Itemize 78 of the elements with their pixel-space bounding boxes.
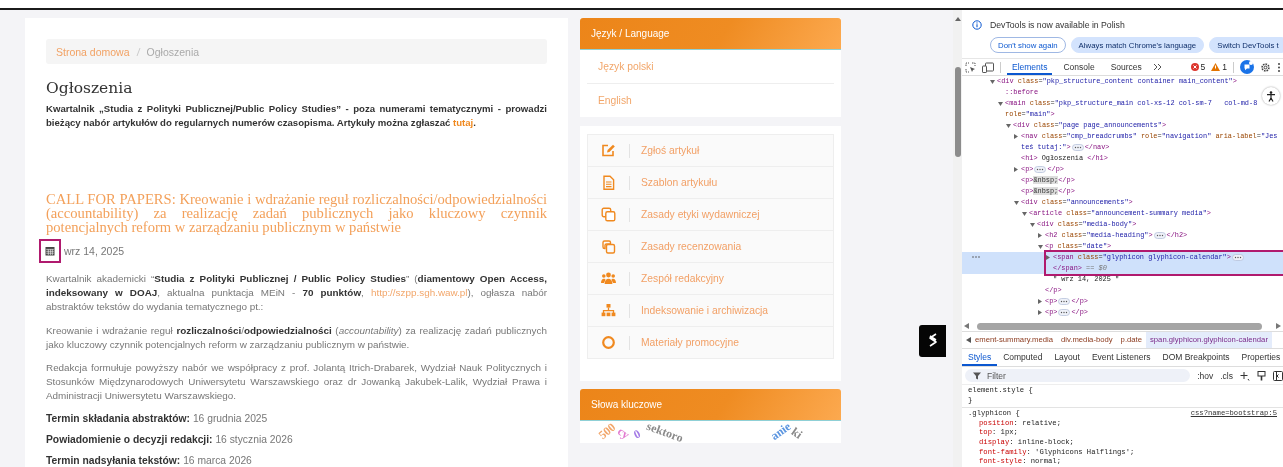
collapsed-arrow-icon[interactable] [1046, 255, 1050, 260]
more-tabs-icon[interactable] [1152, 63, 1163, 71]
styles-pane-tab[interactable]: Layout [1048, 349, 1086, 366]
collapsed-content-icon[interactable] [1058, 308, 1071, 316]
filter-toggle-button[interactable]: .cls [1220, 370, 1233, 381]
scrollbar-thumb[interactable] [977, 322, 1262, 330]
devtools-tab[interactable]: Console [1058, 59, 1100, 75]
scrollbar-thumb[interactable] [954, 67, 961, 157]
breadcrumb-current: Ogłoszenia [146, 45, 200, 58]
collapsed-arrow-icon[interactable] [1038, 299, 1042, 304]
announcement-paragraph: Redakcja formułuje powyższy nabór we współpracy z prof. Jolantą Itrich-Drabarek, Wydział Nauk Politycznych i Stosunków Międzynarodowych Uniwersytetu Warszawskiego oraz dr Jowanką Jakubek-Lalik, Wydział Prawa i Administracji Uniwersytetu Warszawskiego. [46, 361, 547, 404]
collapsed-arrow-icon[interactable] [1014, 167, 1018, 172]
expanded-arrow-icon[interactable] [998, 101, 1003, 106]
info-icon [972, 20, 982, 30]
notice-text: DevTools is now available in Polish [990, 20, 1125, 30]
error-count-button[interactable]: 5 [1190, 62, 1206, 72]
deadline-text: Termin składania abstraktów: 16 grudnia 2025 [46, 412, 269, 424]
sidebar-toggle-icon[interactable] [1273, 370, 1283, 381]
copy-icon [601, 207, 616, 222]
people-icon [601, 271, 616, 286]
collapsed-arrow-icon[interactable] [1014, 134, 1018, 139]
collapsed-content-icon[interactable] [1058, 297, 1071, 305]
accessibility-icon [1266, 90, 1276, 102]
page-heading: Ogłoszenia [46, 79, 134, 97]
hierarchy-icon [601, 303, 616, 318]
expanded-arrow-icon[interactable] [1030, 222, 1035, 227]
styles-pane-tab[interactable]: Computed [997, 349, 1049, 366]
separator-slash-icon [135, 46, 141, 57]
paint-brush-icon[interactable] [1257, 370, 1266, 381]
settings-icon[interactable] [1260, 61, 1271, 73]
expanded-arrow-icon[interactable] [1022, 211, 1027, 216]
inspect-element-icon[interactable] [965, 61, 976, 73]
collapsed-arrow-icon[interactable] [1038, 310, 1042, 315]
announcement-paragraph: Kwartalnik akademicki “Studia z Polityki Publicznej / Public Policy Studies” (diamentowy Open Access, indeksowany w DOAJ, aktualna punktacja MEiN - 70 punktów, http://szpp.sgh.waw.pl), ogłasza nabór abstraktów tekstów do wydania tematycznego pt.: [46, 272, 547, 315]
circle-icon [601, 335, 616, 350]
collapsed-content-icon[interactable] [1034, 165, 1047, 173]
document-icon [601, 175, 616, 190]
ai-assistant-icon[interactable] [1240, 60, 1254, 74]
warning-count-button[interactable]: 1 [1211, 62, 1227, 72]
styles-pane-tab[interactable]: Properties [1235, 349, 1283, 366]
styles-pane-tab[interactable]: DOM Breakpoints [1156, 349, 1236, 366]
devtools-tab[interactable]: Elements [1007, 59, 1053, 75]
duplicate-icon [601, 239, 616, 254]
scroll-back-arrow-icon[interactable] [966, 337, 971, 343]
device-toolbar-icon[interactable] [982, 61, 994, 73]
pencil-square-icon [601, 143, 616, 158]
scroll-right-arrow-icon[interactable] [1276, 323, 1281, 329]
scroll-left-arrow-icon[interactable] [964, 323, 969, 329]
filter-field[interactable]: Filter [965, 369, 1191, 382]
scroll-up-arrow-icon[interactable] [954, 17, 961, 21]
collapsed-content-icon[interactable] [1231, 253, 1244, 261]
floating-extension-button[interactable] [919, 325, 946, 357]
accessibility-button[interactable] [1262, 87, 1280, 105]
devtools-tab[interactable]: Sources [1105, 59, 1147, 75]
filter-funnel-icon [973, 371, 981, 380]
announcement-paragraph: Kreowanie i wdrażanie reguł rozliczalności/odpowiedzialności (accountability) za realizację zadań publicznych jako kluczowy czynnik potencjalnych reform w zarządzaniu publicznym w państwie. [46, 323, 547, 352]
styles-pane-tab[interactable]: Event Listeners [1085, 349, 1157, 366]
collapsed-content-icon[interactable] [1153, 231, 1166, 239]
expanded-arrow-icon[interactable] [1006, 123, 1011, 128]
add-rule-icon[interactable] [1240, 370, 1250, 381]
collapsed-arrow-icon[interactable] [1038, 233, 1042, 238]
warning-icon [1211, 63, 1221, 71]
styles-pane-tab[interactable]: Styles [962, 349, 998, 366]
expanded-arrow-icon[interactable] [1014, 200, 1019, 205]
keywords-header: Słowa kluczowe [580, 389, 841, 421]
deadline-text: Powiadomienie o decyzji redakcji: 16 stycznia 2026 [46, 433, 294, 445]
keyword-link[interactable]: sektoro [645, 419, 685, 445]
more-options-icon[interactable] [1277, 61, 1281, 73]
collapsed-content-icon[interactable] [1071, 143, 1084, 151]
error-icon [1190, 63, 1199, 71]
calendar-icon [45, 246, 55, 256]
expanded-arrow-icon[interactable] [990, 79, 995, 84]
filter-toggle-button[interactable]: :hov [1197, 370, 1214, 381]
announcement-date: wrz 14, 2025 [64, 245, 125, 257]
intro-paragraph: Kwartalnik „Studia z Polityki Publicznej/Public Policy Studies” - poza numerami tematycznymi - prowadzi bieżący nabór artykułów do regularnych numerów czasopisma. Artykuły można zgłaszać tutaj. [46, 102, 547, 130]
language-header: Język / Language [580, 18, 841, 50]
deadline-text: Termin nadsyłania tekstów: 16 marca 2026 [46, 454, 253, 466]
expanded-arrow-icon[interactable] [1038, 244, 1043, 249]
